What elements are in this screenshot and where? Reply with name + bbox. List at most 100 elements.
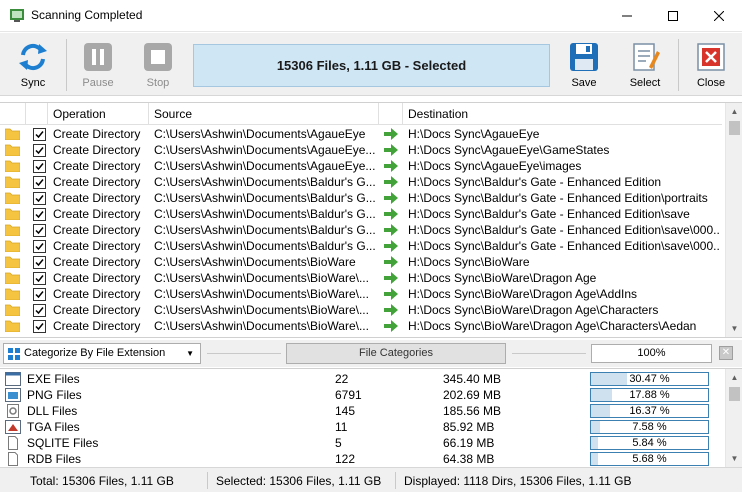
table-row[interactable]: Create Directory C:\Users\Ashwin\Document… bbox=[0, 270, 722, 286]
folder-icon bbox=[5, 304, 20, 316]
table-row[interactable]: Create Directory C:\Users\Ashwin\Document… bbox=[0, 254, 722, 270]
table-row[interactable]: Create Directory C:\Users\Ashwin\Document… bbox=[0, 158, 722, 174]
save-label: Save bbox=[571, 77, 597, 89]
pause-label: Pause bbox=[82, 77, 114, 89]
row-operation: Create Directory bbox=[53, 127, 141, 141]
categories-vertical-scrollbar[interactable]: ▲ ▼ bbox=[725, 369, 742, 467]
row-checkbox[interactable] bbox=[33, 144, 46, 157]
table-row[interactable]: Create Directory C:\Users\Ashwin\Document… bbox=[0, 174, 722, 190]
status-displayed: Displayed: 1118 Dirs, 15306 Files, 1.11 … bbox=[404, 474, 632, 488]
row-source: C:\Users\Ashwin\Documents\Baldur's G... bbox=[154, 239, 376, 253]
save-button[interactable]: Save bbox=[558, 37, 610, 93]
pause-icon bbox=[84, 43, 112, 71]
row-checkbox[interactable] bbox=[33, 160, 46, 173]
check-icon bbox=[35, 147, 44, 155]
arrow-right-icon bbox=[384, 192, 398, 204]
row-checkbox[interactable] bbox=[33, 288, 46, 301]
header-check-column[interactable] bbox=[26, 103, 48, 125]
header-source[interactable]: Source bbox=[149, 103, 379, 125]
maximize-button[interactable] bbox=[650, 0, 696, 32]
table-row[interactable]: Create Directory C:\Users\Ashwin\Document… bbox=[0, 318, 722, 334]
arrow-right-icon bbox=[384, 176, 398, 188]
table-row[interactable]: Create Directory C:\Users\Ashwin\Document… bbox=[0, 190, 722, 206]
table-row[interactable]: Create Directory C:\Users\Ashwin\Document… bbox=[0, 302, 722, 318]
row-checkbox[interactable] bbox=[33, 304, 46, 317]
close-icon bbox=[714, 11, 724, 21]
scroll-thumb[interactable] bbox=[729, 387, 740, 401]
row-destination: H:\Docs Sync\BioWare\Dragon Age bbox=[408, 271, 597, 285]
row-checkbox[interactable] bbox=[33, 176, 46, 189]
header-arrow-column[interactable] bbox=[379, 103, 403, 125]
tga-file-icon bbox=[5, 420, 21, 434]
scroll-down-icon[interactable]: ▼ bbox=[726, 450, 742, 467]
list-vertical-scrollbar[interactable]: ▲ ▼ bbox=[725, 103, 742, 337]
table-row[interactable]: Create Directory C:\Users\Ashwin\Document… bbox=[0, 238, 722, 254]
row-checkbox[interactable] bbox=[33, 272, 46, 285]
header-destination[interactable]: Destination bbox=[403, 103, 722, 125]
stop-button[interactable]: Stop bbox=[132, 37, 184, 93]
table-row[interactable]: Create Directory C:\Users\Ashwin\Document… bbox=[0, 142, 722, 158]
row-operation: Create Directory bbox=[53, 191, 141, 205]
row-destination: H:\Docs Sync\AgaueEye\GameStates bbox=[408, 143, 610, 157]
category-size: 85.92 MB bbox=[443, 420, 495, 434]
category-name: RDB Files bbox=[27, 452, 82, 466]
sync-button[interactable]: Sync bbox=[6, 37, 60, 93]
category-size: 202.69 MB bbox=[443, 388, 502, 402]
row-source: C:\Users\Ashwin\Documents\Baldur's G... bbox=[154, 207, 376, 221]
category-percent: 5.68 % bbox=[632, 453, 667, 465]
row-checkbox[interactable] bbox=[33, 320, 46, 333]
category-row[interactable]: SQLITE Files 5 66.19 MB 5.84 % bbox=[0, 435, 722, 451]
header-operation[interactable]: Operation bbox=[48, 103, 149, 125]
check-icon bbox=[35, 323, 44, 331]
category-row[interactable]: DLL Files 145 185.56 MB 16.37 % bbox=[0, 403, 722, 419]
category-percent: 5.84 % bbox=[632, 437, 667, 449]
category-percent-bar: 5.68 % bbox=[590, 452, 709, 466]
scroll-up-icon[interactable]: ▲ bbox=[726, 369, 742, 386]
category-size: 66.19 MB bbox=[443, 436, 495, 450]
folder-icon bbox=[5, 176, 20, 188]
category-size: 64.38 MB bbox=[443, 452, 495, 466]
check-icon bbox=[35, 227, 44, 235]
check-icon bbox=[35, 195, 44, 203]
row-checkbox[interactable] bbox=[33, 240, 46, 253]
category-row[interactable]: PNG Files 6791 202.69 MB 17.88 % bbox=[0, 387, 722, 403]
row-checkbox[interactable] bbox=[33, 192, 46, 205]
row-checkbox[interactable] bbox=[33, 128, 46, 141]
check-icon bbox=[35, 163, 44, 171]
row-destination: H:\Docs Sync\BioWare bbox=[408, 255, 530, 269]
close-button[interactable]: Close bbox=[684, 37, 738, 93]
category-count: 122 bbox=[335, 452, 356, 466]
close-categories-icon[interactable]: ✕ bbox=[719, 346, 733, 360]
categorize-select[interactable]: Categorize By File Extension ▼ bbox=[3, 343, 201, 364]
table-row[interactable]: Create Directory C:\Users\Ashwin\Document… bbox=[0, 206, 722, 222]
scroll-thumb[interactable] bbox=[729, 121, 740, 135]
row-operation: Create Directory bbox=[53, 319, 141, 333]
arrow-right-icon bbox=[384, 224, 398, 236]
category-size: 345.40 MB bbox=[443, 372, 502, 386]
select-button[interactable]: Select bbox=[618, 37, 672, 93]
scroll-down-icon[interactable]: ▼ bbox=[726, 320, 742, 337]
category-row[interactable]: RDB Files 122 64.38 MB 5.68 % bbox=[0, 451, 722, 467]
table-row[interactable]: Create Directory C:\Users\Ashwin\Document… bbox=[0, 126, 722, 142]
scroll-up-icon[interactable]: ▲ bbox=[726, 103, 742, 120]
category-row[interactable]: TGA Files 11 85.92 MB 7.58 % bbox=[0, 419, 722, 435]
arrow-right-icon bbox=[384, 208, 398, 220]
table-row[interactable]: Create Directory C:\Users\Ashwin\Document… bbox=[0, 222, 722, 238]
row-checkbox[interactable] bbox=[33, 256, 46, 269]
row-checkbox[interactable] bbox=[33, 224, 46, 237]
list-header: Operation Source Destination bbox=[0, 103, 722, 125]
row-destination: H:\Docs Sync\Baldur's Gate - Enhanced Ed… bbox=[408, 207, 690, 221]
header-icon-column[interactable] bbox=[0, 103, 26, 125]
category-count: 5 bbox=[335, 436, 342, 450]
minimize-button[interactable] bbox=[604, 0, 650, 32]
row-operation: Create Directory bbox=[53, 207, 141, 221]
category-name: DLL Files bbox=[27, 404, 78, 418]
table-row[interactable]: Create Directory C:\Users\Ashwin\Document… bbox=[0, 286, 722, 302]
category-row[interactable]: EXE Files 22 345.40 MB 30.47 % bbox=[0, 371, 722, 387]
arrow-right-icon bbox=[384, 160, 398, 172]
row-checkbox[interactable] bbox=[33, 208, 46, 221]
arrow-right-icon bbox=[384, 256, 398, 268]
category-percent-bar: 5.84 % bbox=[590, 436, 709, 450]
pause-button[interactable]: Pause bbox=[72, 37, 124, 93]
close-window-button[interactable] bbox=[696, 0, 742, 32]
